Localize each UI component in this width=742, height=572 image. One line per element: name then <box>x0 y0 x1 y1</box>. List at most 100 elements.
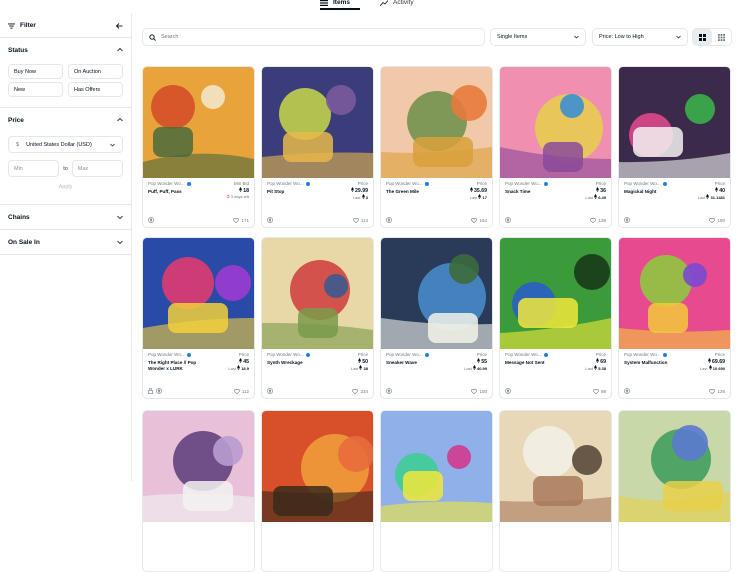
nft-title: Puff, Puff, Pass <box>148 189 182 194</box>
search-box[interactable] <box>142 28 485 46</box>
favorite-button[interactable]: 171 <box>233 218 249 223</box>
collection-name[interactable]: Pop Wonder Wo... <box>148 352 185 357</box>
search-icon <box>149 33 156 41</box>
nft-image[interactable] <box>143 67 254 178</box>
chevron-down-icon <box>117 215 123 220</box>
status-has-offers[interactable]: Has Offers <box>68 82 123 97</box>
large-grid-icon <box>699 33 706 41</box>
nft-image[interactable] <box>381 238 492 349</box>
on-sale-section[interactable]: On Sale In <box>0 230 131 255</box>
nft-card[interactable] <box>618 410 731 572</box>
price-label: Price <box>714 352 725 357</box>
like-count: 126 <box>717 388 725 394</box>
nft-image[interactable] <box>381 67 492 178</box>
nft-title: Magickal Night <box>624 189 657 194</box>
eth-icon <box>594 194 598 199</box>
nft-card[interactable]: Pop Wonder Wo... The Green Mile Price 35.6… <box>380 66 493 228</box>
status-on-auction[interactable]: On Auction <box>68 64 123 79</box>
nft-image[interactable] <box>143 238 254 349</box>
collection-name[interactable]: Pop Wonder Wo... <box>386 181 423 186</box>
last-sale: Last 3 <box>352 194 368 200</box>
collection-name[interactable]: Pop Wonder Wo... <box>267 181 304 186</box>
search-input[interactable] <box>161 34 461 40</box>
sort-dropdown[interactable]: Price: Low to High <box>592 28 688 46</box>
nft-card[interactable] <box>261 410 374 572</box>
price-header[interactable]: Price <box>0 108 131 132</box>
nft-card[interactable]: Pop Wonder Wo... Message Not Sent Price 69… <box>499 237 612 399</box>
favorite-button[interactable]: 150 <box>471 389 487 394</box>
eth-chain-icon <box>386 388 392 394</box>
favorite-button[interactable]: 164 <box>471 218 487 223</box>
apply-button[interactable]: Apply <box>8 184 123 194</box>
eth-icon <box>361 194 365 199</box>
collection-name[interactable]: Pop Wonder Wo... <box>624 181 661 186</box>
price-value: 35.69 <box>469 187 487 194</box>
favorite-button[interactable]: 112 <box>233 388 249 394</box>
eth-icon <box>469 187 473 192</box>
eth-icon <box>706 194 710 199</box>
favorite-button[interactable]: 126 <box>709 389 725 394</box>
tab-activity[interactable]: Activity <box>380 0 430 10</box>
currency-select[interactable]: $ United States Dollar (USD) <box>8 136 123 153</box>
verified-badge-icon <box>186 352 191 357</box>
heart-icon <box>233 388 240 394</box>
eth-icon <box>708 365 712 370</box>
eth-icon <box>594 365 598 370</box>
collapse-arrow-icon[interactable] <box>116 22 123 29</box>
collection-name[interactable]: Pop Wonder Wo... <box>148 181 185 186</box>
nft-card[interactable]: Pop Wonder Wo... Synth Wreckage Price 50 La… <box>261 237 374 399</box>
favorite-button[interactable]: 139 <box>590 218 606 223</box>
status-header[interactable]: Status <box>0 38 131 62</box>
favorite-button[interactable]: 234 <box>352 389 368 394</box>
eth-chain-icon <box>386 217 392 223</box>
nft-image[interactable] <box>262 411 373 522</box>
nft-card[interactable] <box>499 410 612 572</box>
nft-image[interactable] <box>619 238 730 349</box>
like-count: 180 <box>717 217 725 223</box>
nft-card[interactable]: Pop Wonder Wo... The Right Place // Pop W… <box>142 237 255 399</box>
verified-badge-icon <box>662 352 667 357</box>
lock-icon <box>148 388 153 394</box>
collection-name[interactable]: Pop Wonder Wo... <box>267 352 304 357</box>
eth-chain-icon <box>505 388 511 394</box>
nft-card[interactable]: Pop Wonder Wo... Sneaker Wave Price 55 Last… <box>380 237 493 399</box>
collection-name[interactable]: Pop Wonder Wo... <box>505 352 542 357</box>
collection-name[interactable]: Pop Wonder Wo... <box>505 181 542 186</box>
nft-title: Synth Wreckage <box>267 360 303 365</box>
status-buy-now[interactable]: Buy Now <box>8 64 63 79</box>
nft-card[interactable] <box>380 410 493 572</box>
nft-image[interactable] <box>262 238 373 349</box>
last-sale: Last 10.690 <box>699 365 725 371</box>
nft-card[interactable]: Pop Wonder Wo... System Malfunction Price … <box>618 237 731 399</box>
heart-icon <box>590 217 597 223</box>
nft-image[interactable] <box>381 411 492 522</box>
nft-image[interactable] <box>143 411 254 522</box>
favorite-button[interactable]: 180 <box>709 218 725 223</box>
items-type-dropdown[interactable]: Single Items <box>490 28 586 46</box>
nft-image[interactable] <box>262 67 373 178</box>
nft-image[interactable] <box>500 238 611 349</box>
nft-card[interactable]: Pop Wonder Wo... Puff, Puff, Pass Min Bid … <box>142 66 255 228</box>
chains-section[interactable]: Chains <box>0 205 131 230</box>
like-count: 234 <box>360 388 368 394</box>
nft-image[interactable] <box>500 67 611 178</box>
favorite-button[interactable]: 98 <box>593 389 606 394</box>
large-grid-button[interactable] <box>693 29 712 45</box>
nft-image[interactable] <box>500 411 611 522</box>
eth-chain-icon <box>267 388 273 394</box>
nft-image[interactable] <box>619 411 730 522</box>
tab-items[interactable]: Items <box>320 0 360 10</box>
max-price-input[interactable]: Max <box>71 160 123 177</box>
nft-card[interactable]: Pop Wonder Wo... Magickal Night Price 40 La… <box>618 66 731 228</box>
nft-image[interactable] <box>619 67 730 178</box>
nft-card[interactable] <box>142 410 255 572</box>
favorite-button[interactable]: 113 <box>352 218 368 223</box>
min-price-input[interactable]: Min <box>8 160 60 177</box>
collection-name[interactable]: Pop Wonder Wo... <box>624 352 661 357</box>
nft-card[interactable]: Pop Wonder Wo... Pit Stop Price 29.99 Last … <box>261 66 374 228</box>
nft-card[interactable]: Pop Wonder Wo... Snack Time Price 36 Last 6… <box>499 66 612 228</box>
status-new[interactable]: New <box>8 82 63 97</box>
collection-name[interactable]: Pop Wonder Wo... <box>386 352 423 357</box>
price-value: 69 <box>595 358 606 365</box>
small-grid-button[interactable] <box>712 29 731 45</box>
